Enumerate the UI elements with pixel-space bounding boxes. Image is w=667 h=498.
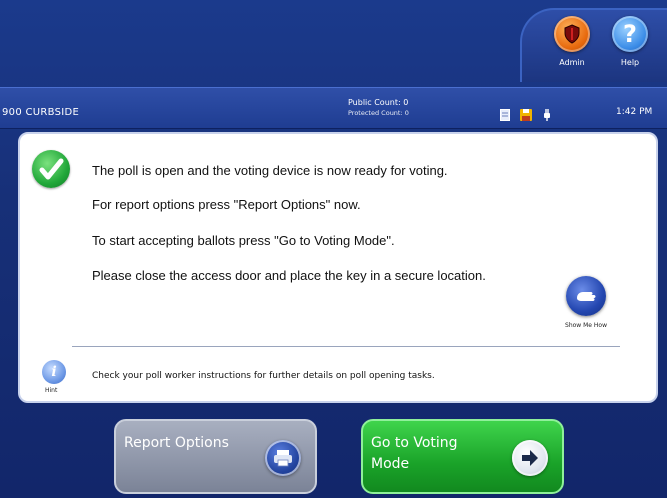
protected-count: Protected Count: 0 [348, 109, 409, 117]
printer-icon [265, 440, 301, 476]
status-icons [500, 106, 552, 125]
report-options-button[interactable]: Report Options [114, 419, 317, 494]
report-options-label: Report Options [124, 435, 229, 451]
voting-mode-label: Go to Voting Mode [371, 435, 458, 472]
hint-text: Check your poll worker instructions for … [92, 371, 435, 381]
voting-mode-button[interactable]: Go to Voting Mode [361, 419, 564, 494]
message-panel: The poll is open and the voting device i… [18, 132, 658, 403]
status-message: The poll is open and the voting device i… [92, 163, 448, 178]
precinct-name: 900 CURBSIDE [2, 107, 80, 118]
divider [72, 346, 620, 347]
document-icon [500, 106, 510, 125]
floppy-disk-icon [520, 106, 532, 125]
ballot-counts: Public Count: 0 Protected Count: 0 [348, 97, 409, 119]
admin-label: Admin [559, 58, 585, 67]
top-header: Admin ? Help [0, 0, 667, 82]
status-bar: 900 CURBSIDE Public Count: 0 Protected C… [0, 87, 667, 129]
hand-icon [566, 276, 606, 316]
report-instruction: For report options press "Report Options… [92, 197, 361, 212]
power-plug-icon [542, 106, 552, 125]
voting-instruction: To start accepting ballots press "Go to … [92, 233, 395, 248]
shield-icon [554, 16, 590, 52]
arrow-right-icon [512, 440, 548, 476]
key-instruction: Please close the access door and place t… [92, 268, 486, 283]
show-me-how-label: Show Me How [565, 322, 607, 329]
question-mark-icon: ? [612, 16, 648, 52]
admin-button[interactable]: Admin [546, 16, 598, 82]
show-me-how-button[interactable]: Show Me How [556, 276, 616, 329]
info-icon[interactable]: i [42, 360, 66, 384]
hint-label: Hint [45, 387, 58, 394]
help-label: Help [620, 58, 640, 67]
public-count: Public Count: 0 [348, 98, 409, 107]
clock: 1:42 PM [616, 107, 653, 117]
checkmark-icon [32, 150, 70, 188]
help-button[interactable]: ? Help [604, 16, 656, 82]
